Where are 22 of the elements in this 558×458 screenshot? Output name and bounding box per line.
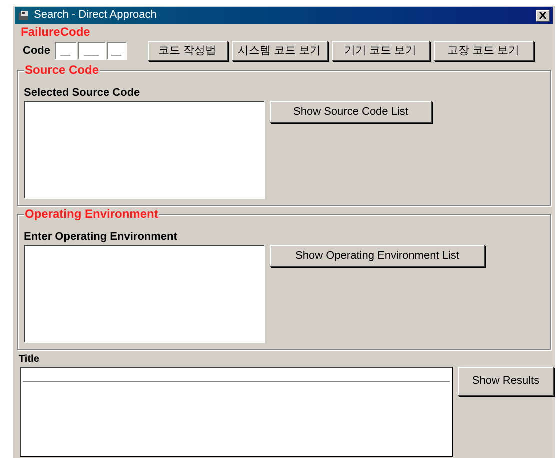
code-field[interactable]: ___ <box>78 42 106 60</box>
list-box[interactable] <box>20 367 453 457</box>
field-label: Selected Source Code <box>24 87 142 100</box>
section-heading: Operating Environment <box>24 207 160 221</box>
field-label: Code <box>23 44 50 59</box>
code-button[interactable]: 코드 작성법 <box>148 41 228 61</box>
list-button[interactable]: Show Source Code List <box>270 101 432 123</box>
window-title: Search - Direct Approach <box>34 8 158 24</box>
field-label: Enter Operating Environment <box>24 231 178 244</box>
code-button[interactable]: 시스템 코드 보기 <box>232 41 328 61</box>
list-button[interactable]: Show Operating Environment List <box>270 245 485 267</box>
section-heading: FailureCode <box>21 26 92 39</box>
close-button[interactable] <box>536 10 550 22</box>
close-icon <box>539 12 547 19</box>
code-button[interactable]: 고장 코드 보기 <box>434 41 534 61</box>
code-field[interactable]: __ <box>106 42 126 60</box>
results-button[interactable]: Show Results <box>458 367 554 396</box>
field-label: Title <box>19 354 40 366</box>
code-field[interactable]: __ <box>54 42 76 60</box>
section-heading: Source Code <box>24 63 100 77</box>
window-icon <box>18 10 30 22</box>
code-button[interactable]: 기기 코드 보기 <box>332 41 430 61</box>
